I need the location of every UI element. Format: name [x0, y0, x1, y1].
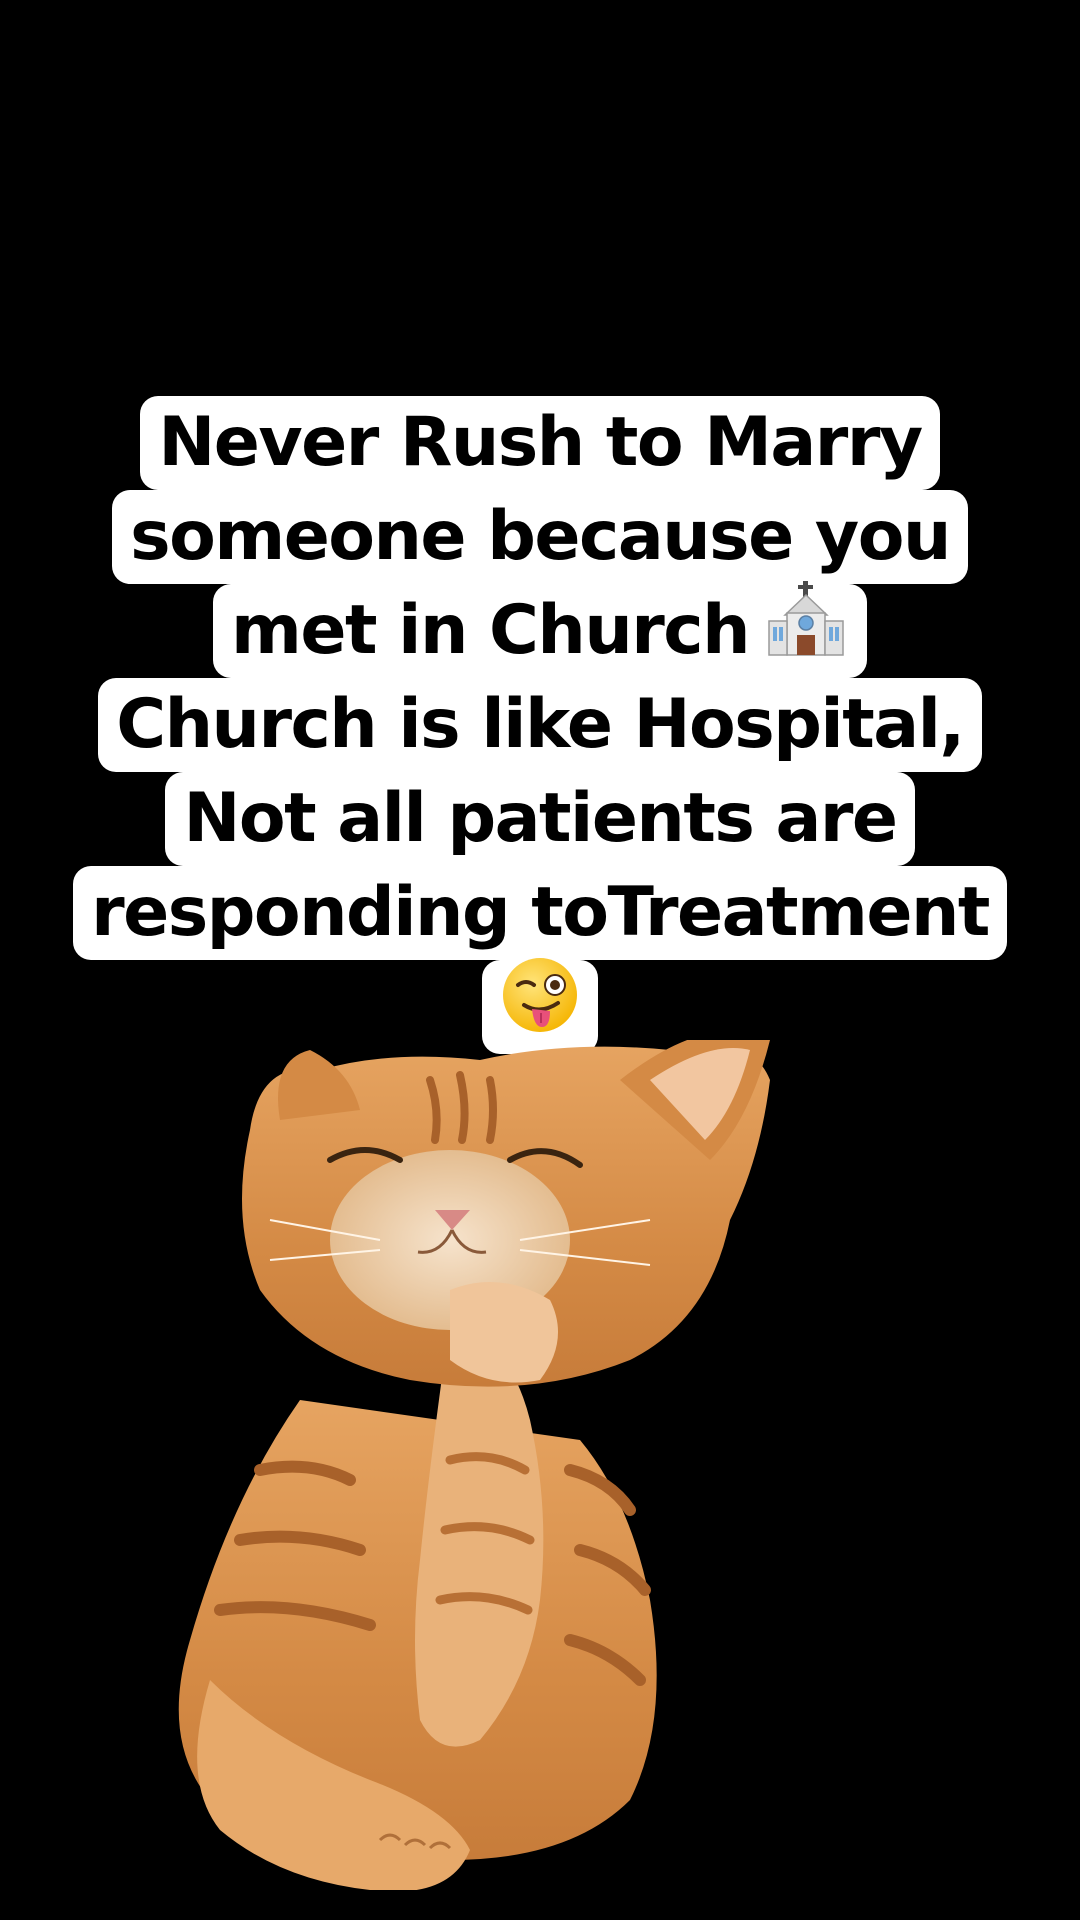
- caption-line-4: Church is like Hospital,: [98, 678, 982, 772]
- caption-text-5: Not all patients are: [183, 779, 898, 858]
- caption-text-6: responding toTreatment: [91, 873, 990, 952]
- caption-text-2: someone because you: [130, 497, 951, 576]
- caption-line-6: responding toTreatment: [73, 866, 1007, 960]
- caption-text-1: Never Rush to Marry: [158, 403, 923, 482]
- caption-line-2: someone because you: [112, 490, 968, 584]
- caption-block: Never Rush to Marry someone because you …: [0, 396, 1080, 1054]
- church-emoji-icon: [763, 580, 849, 682]
- caption-text-4: Church is like Hospital,: [116, 685, 965, 764]
- caption-line-3: met in Church: [212, 580, 868, 678]
- cat-icon: [178, 1031, 770, 1892]
- cat-photo: [150, 1031, 910, 1892]
- caption-line-5: Not all patients are: [165, 772, 915, 866]
- caption-text-3: met in Church: [230, 591, 751, 670]
- caption-line-1: Never Rush to Marry: [140, 396, 940, 490]
